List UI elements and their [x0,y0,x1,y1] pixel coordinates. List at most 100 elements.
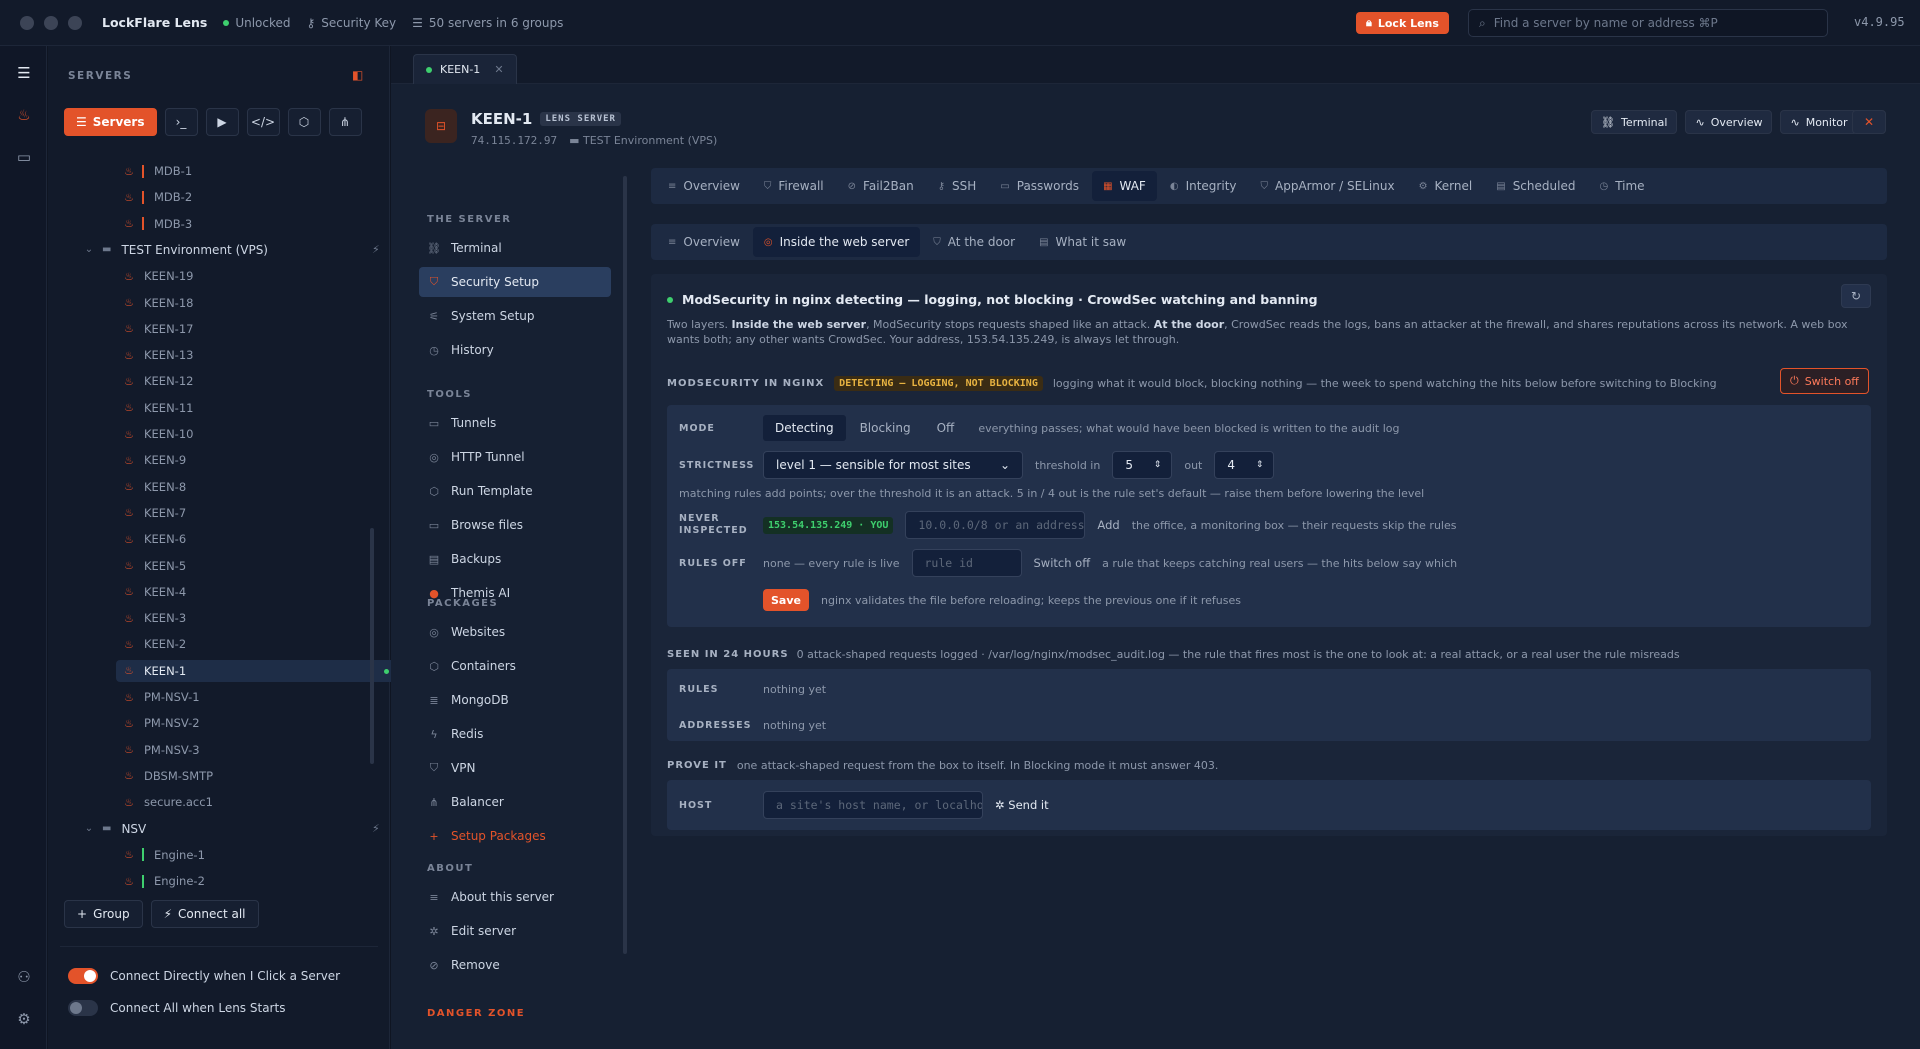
tree-server[interactable]: ♨ KEEN-1 [116,659,412,682]
mode-detecting[interactable]: Detecting [763,415,846,441]
servers-button[interactable]: ☰ Servers [64,108,157,136]
close-tab-icon[interactable]: ✕ [494,63,503,76]
tree-server[interactable]: ♨ KEEN-7 [122,502,412,524]
flame-rail-icon[interactable]: ♨ [13,104,35,126]
connect-direct-toggle[interactable] [68,968,98,984]
tree-server[interactable]: ♨ KEEN-8 [122,476,412,498]
switch-off-rule-button[interactable]: Switch off [1034,556,1091,570]
tab-passwords[interactable]: ▭ Passwords [989,171,1090,201]
tab-overview[interactable]: ≡ Overview [657,171,751,201]
terminal-tool-button[interactable]: ›_ [164,108,198,136]
tab-apparmor-selinux[interactable]: ⛉ AppArmor / SELinux [1250,171,1406,201]
never-inspected-input[interactable]: 10.0.0.0/8 or an address [905,511,1086,539]
subnav-redis[interactable]: ϟ Redis [419,719,611,749]
save-button[interactable]: Save [763,589,809,611]
play-tool-button[interactable]: ▶ [205,108,239,136]
tree-server[interactable]: ♨ KEEN-13 [122,344,412,366]
tab-scheduled[interactable]: ▤ Scheduled [1485,171,1586,201]
subnav-security-setup[interactable]: ⛉ Security Setup [419,267,611,297]
subtab-inside-the-web-server[interactable]: ◎ Inside the web server [752,227,921,257]
add-address-button[interactable]: Add [1097,518,1119,532]
subtab-what-it-saw[interactable]: ▤ What it saw [1028,227,1137,257]
overview-button[interactable]: ∿ Overview [1685,110,1773,134]
tree-server[interactable]: ♨ KEEN-2 [122,633,412,655]
sidebar-scrollbar[interactable] [370,528,374,764]
server-search-input[interactable]: ⌕ Find a server by name or address ⌘P [1468,9,1828,37]
tree-group[interactable]: ⌄ ▬ TEST Environment (VPS) ⚡︎ [82,239,412,261]
subnav-http-tunnel[interactable]: ◎ HTTP Tunnel [419,442,611,472]
subnav-run-template[interactable]: ⬡ Run Template [419,476,611,506]
tab-firewall[interactable]: ⛉ Firewall [753,171,835,201]
add-group-button[interactable]: + Group [64,900,143,928]
minimize-window-button[interactable] [44,15,58,30]
users-rail-icon[interactable]: ⚇ [13,966,35,988]
subnav-remove[interactable]: ⊘ Remove [419,950,611,980]
tree-server[interactable]: ♨ Engine-1 [122,844,412,866]
tree-server[interactable]: ♨ KEEN-5 [122,555,412,577]
network-tool-button[interactable]: ⋔ [328,108,362,136]
subnav-system-setup[interactable]: ⚟ System Setup [419,301,611,331]
subnav-scrollbar[interactable] [623,176,627,954]
chevron-down-icon[interactable]: ⌄ [82,244,96,255]
refresh-button[interactable]: ↻ [1841,284,1871,308]
tree-group[interactable]: ⌄ ▬ NSV ⚡︎ [82,818,412,840]
tab-keen-1[interactable]: KEEN-1 ✕ [413,54,517,84]
monitor-button[interactable]: ∿ Monitor [1780,110,1858,134]
subnav-edit-server[interactable]: ✲ Edit server [419,916,611,946]
subnav-websites[interactable]: ◎ Websites [419,617,611,647]
tree-server[interactable]: ♨ DBSM-SMTP [122,765,412,787]
subnav-mongodb[interactable]: ≣ MongoDB [419,685,611,715]
folder-rail-icon[interactable]: ▭ [13,146,35,168]
chevron-down-icon[interactable]: ⌄ [82,823,96,834]
strictness-select[interactable]: level 1 — sensible for most sites ⌄ [763,451,1023,479]
rule-id-input[interactable]: rule id [911,549,1022,577]
tab-fail2ban[interactable]: ⊘ Fail2Ban [837,171,925,201]
bolt-icon[interactable]: ⚡︎ [372,822,380,835]
terminal-button[interactable]: ⛓ Terminal [1591,110,1678,134]
mode-off[interactable]: Off [925,415,967,441]
tree-server[interactable]: ♨ KEEN-3 [122,607,412,629]
tab-kernel[interactable]: ⚙ Kernel [1408,171,1484,201]
tree-server[interactable]: ♨ secure.acc1 [122,791,412,813]
tree-server[interactable]: ♨ KEEN-9 [122,449,412,471]
tree-server[interactable]: ♨ KEEN-12 [122,370,412,392]
code-tool-button[interactable]: </> [246,108,280,136]
lock-lens-button[interactable]: 🔒︎ Lock Lens [1356,12,1449,34]
servers-rail-icon[interactable]: ☰ [13,62,35,84]
maximize-window-button[interactable] [68,15,82,30]
subnav-vpn[interactable]: ⛉ VPN [419,753,611,783]
subnav-tunnels[interactable]: ▭ Tunnels [419,408,611,438]
tree-server[interactable]: ♨ MDB-1 [122,160,412,182]
sidebar-collapse-icon[interactable]: ◧ [352,68,363,82]
connect-all-toggle[interactable] [68,1000,98,1016]
tree-server[interactable]: ♨ KEEN-11 [122,397,412,419]
tree-server[interactable]: ♨ PM-NSV-3 [122,739,412,761]
tree-server[interactable]: ♨ KEEN-4 [122,581,412,603]
mode-blocking[interactable]: Blocking [848,415,923,441]
subtab-at-the-door[interactable]: ⛉ At the door [922,227,1026,257]
tab-ssh[interactable]: ⚷ SSH [927,171,988,201]
threshold-in-stepper[interactable]: 5 ⇕ [1112,451,1173,479]
security-key-indicator[interactable]: ⚷ Security Key [307,16,397,30]
subnav-history[interactable]: ◷ History [419,335,611,365]
close-window-button[interactable] [20,15,34,30]
subnav-terminal[interactable]: ⛓ Terminal [419,233,611,263]
host-input[interactable]: a site's host name, or localhost [763,791,983,819]
tab-waf[interactable]: ▦ WAF [1092,171,1157,201]
subnav-about-this-server[interactable]: ≡ About this server [419,882,611,912]
tree-server[interactable]: ♨ PM-NSV-1 [122,686,412,708]
tree-server[interactable]: ♨ KEEN-10 [122,423,412,445]
tree-server[interactable]: ♨ Engine-2 [122,870,412,892]
subtab-overview[interactable]: ≡ Overview [657,227,751,257]
gear-icon[interactable]: ⚙ [13,1008,35,1030]
tree-server[interactable]: ♨ KEEN-19 [122,265,412,287]
tree-server[interactable]: ♨ PM-NSV-2 [122,712,412,734]
tree-server[interactable]: ♨ KEEN-6 [122,528,412,550]
send-it-button[interactable]: ✲ Send it [995,798,1049,812]
package-tool-button[interactable]: ⬡ [287,108,321,136]
tab-integrity[interactable]: ◐ Integrity [1159,171,1248,201]
tree-server[interactable]: ♨ KEEN-18 [122,292,412,314]
threshold-out-stepper[interactable]: 4 ⇕ [1214,451,1275,479]
close-server-button[interactable]: ✕ [1852,110,1886,134]
tree-server[interactable]: ♨ MDB-3 [122,213,412,235]
